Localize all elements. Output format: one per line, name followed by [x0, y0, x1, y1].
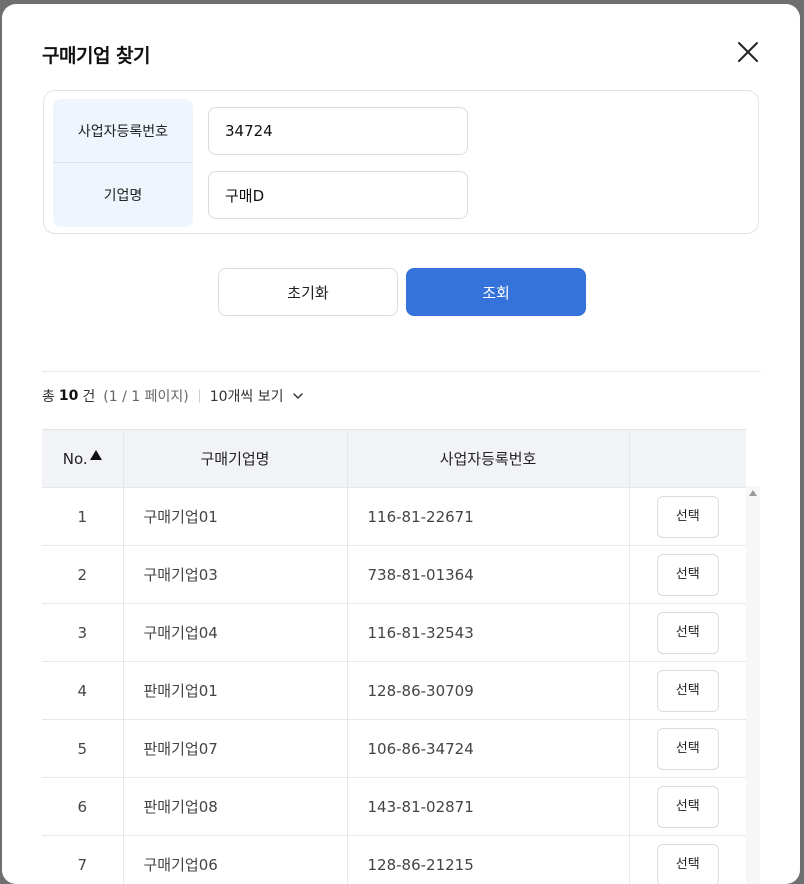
page-info: (1 / 1 페이지) [103, 386, 188, 406]
row-no: 7 [42, 836, 123, 884]
reset-button[interactable]: 초기화 [218, 268, 398, 316]
row-company-name: 판매기업01 [123, 662, 347, 720]
row-no: 6 [42, 778, 123, 836]
table-row: 7 구매기업06 128-86-21215 선택 [42, 836, 746, 884]
table-row: 1 구매기업01 116-81-22671 선택 [42, 488, 746, 546]
row-company-name: 판매기업08 [123, 778, 347, 836]
table-scrollbar[interactable] [746, 486, 760, 884]
row-reg-no: 116-81-22671 [347, 488, 629, 546]
header-reg-no: 사업자등록번호 [347, 430, 629, 488]
search-form: 사업자등록번호 기업명 [43, 90, 759, 234]
row-company-name: 구매기업06 [123, 836, 347, 884]
company-search-modal: 구매기업 찾기 사업자등록번호 기업명 초기화 조회 총 10 건 (1 / 1… [2, 4, 800, 884]
table-row: 5 판매기업07 106-86-34724 선택 [42, 720, 746, 778]
row-reg-no: 738-81-01364 [347, 546, 629, 604]
row-company-name: 판매기업07 [123, 720, 347, 778]
separator [199, 389, 200, 403]
scroll-up-arrow-icon[interactable] [749, 490, 757, 496]
row-no: 1 [42, 488, 123, 546]
row-company-name: 구매기업04 [123, 604, 347, 662]
select-button[interactable]: 선택 [657, 554, 719, 596]
close-button[interactable] [736, 40, 760, 64]
results-table-container: No. 구매기업명 사업자등록번호 1 구매기업01 116-81-22671 … [42, 429, 746, 884]
row-reg-no: 116-81-32543 [347, 604, 629, 662]
select-button[interactable]: 선택 [657, 496, 719, 538]
header-action [629, 430, 746, 488]
modal-title: 구매기업 찾기 [42, 41, 150, 68]
reg-no-label: 사업자등록번호 [53, 99, 193, 163]
per-page-label: 10개씩 보기 [210, 386, 284, 406]
row-reg-no: 106-86-34724 [347, 720, 629, 778]
results-table: No. 구매기업명 사업자등록번호 1 구매기업01 116-81-22671 … [42, 429, 746, 884]
select-button[interactable]: 선택 [657, 728, 719, 770]
row-reg-no: 128-86-21215 [347, 836, 629, 884]
search-button[interactable]: 조회 [406, 268, 586, 316]
result-summary: 총 10 건 (1 / 1 페이지) 10개씩 보기 [42, 386, 304, 406]
table-header-row: No. 구매기업명 사업자등록번호 [42, 430, 746, 488]
divider [42, 371, 761, 372]
row-company-name: 구매기업03 [123, 546, 347, 604]
total-count: 10 [59, 388, 78, 404]
row-no: 5 [42, 720, 123, 778]
header-no[interactable]: No. [42, 430, 123, 488]
row-reg-no: 143-81-02871 [347, 778, 629, 836]
sort-ascending-icon [90, 450, 102, 460]
total-prefix: 총 [42, 386, 55, 406]
company-name-label: 기업명 [53, 163, 193, 227]
table-row: 4 판매기업01 128-86-30709 선택 [42, 662, 746, 720]
row-no: 2 [42, 546, 123, 604]
close-icon [736, 40, 760, 64]
row-no: 4 [42, 662, 123, 720]
table-row: 3 구매기업04 116-81-32543 선택 [42, 604, 746, 662]
row-reg-no: 128-86-30709 [347, 662, 629, 720]
table-row: 6 판매기업08 143-81-02871 선택 [42, 778, 746, 836]
chevron-down-icon [292, 390, 304, 402]
search-labels: 사업자등록번호 기업명 [53, 99, 193, 227]
table-row: 2 구매기업03 738-81-01364 선택 [42, 546, 746, 604]
reg-no-input[interactable] [208, 107, 468, 155]
select-button[interactable]: 선택 [657, 844, 719, 884]
company-name-input[interactable] [208, 171, 468, 219]
select-button[interactable]: 선택 [657, 786, 719, 828]
select-button[interactable]: 선택 [657, 670, 719, 712]
row-company-name: 구매기업01 [123, 488, 347, 546]
header-company-name: 구매기업명 [123, 430, 347, 488]
total-suffix: 건 [82, 386, 95, 406]
per-page-select[interactable]: 10개씩 보기 [210, 386, 304, 406]
row-no: 3 [42, 604, 123, 662]
select-button[interactable]: 선택 [657, 612, 719, 654]
